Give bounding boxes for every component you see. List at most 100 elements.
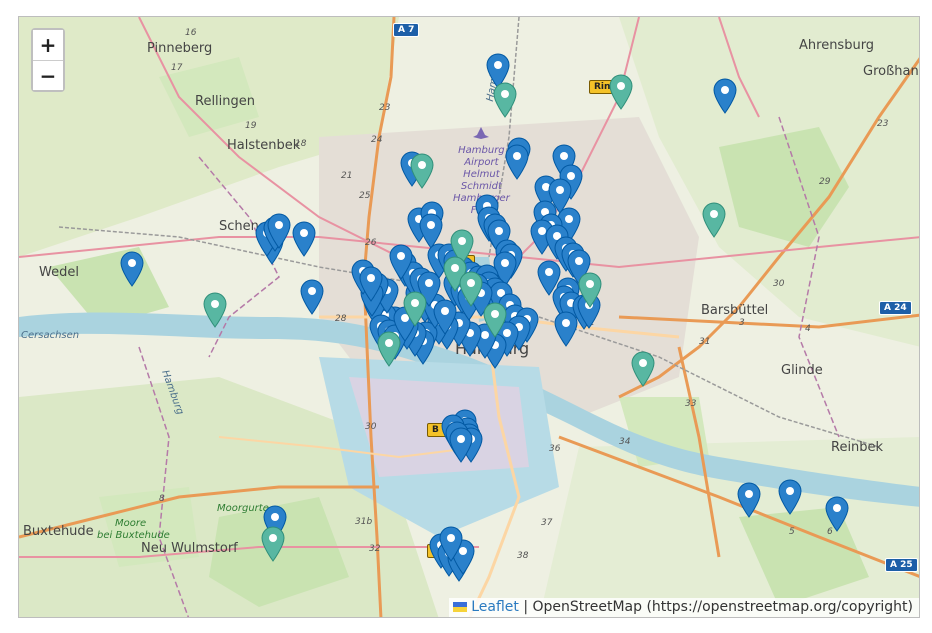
map-pin-icon <box>120 251 144 287</box>
map-marker-teal[interactable] <box>483 302 507 338</box>
map-marker-blue[interactable] <box>439 526 463 562</box>
place-label-barsbuettel: Barsbüttel <box>701 303 769 318</box>
map-marker-teal[interactable] <box>578 272 602 308</box>
map-pin-icon <box>439 526 463 562</box>
airport-label-line: Hamburg <box>458 145 505 156</box>
map-marker-blue[interactable] <box>713 78 737 114</box>
road-number: 26 <box>365 238 377 248</box>
road-number: 31b <box>355 517 373 527</box>
road-number: 18 <box>295 139 307 149</box>
map-pin-icon <box>203 292 227 328</box>
road-number: 36 <box>549 444 561 454</box>
place-label-wedel: Wedel <box>39 265 79 280</box>
place-label-moore: Moore <box>115 518 147 529</box>
map-marker-blue[interactable] <box>554 311 578 347</box>
map-marker-blue[interactable] <box>120 251 144 287</box>
map-pin-icon <box>300 279 324 315</box>
map-pin-icon <box>389 244 413 280</box>
map-marker-teal[interactable] <box>631 351 655 387</box>
road-number: 25 <box>359 191 371 201</box>
map-marker-teal[interactable] <box>377 331 401 367</box>
airport-label-line: Airport <box>464 157 499 168</box>
road-number: 28 <box>335 314 347 324</box>
place-label-ahrensburg: Ahrensburg <box>799 38 875 53</box>
place-label-rellingen: Rellingen <box>195 94 256 109</box>
map-pin-icon <box>505 144 529 180</box>
road-number: 29 <box>819 177 831 187</box>
zoom-in-button[interactable]: + <box>33 30 63 60</box>
road-number: 33 <box>685 399 697 409</box>
map-marker-blue[interactable] <box>825 496 849 532</box>
map-pin-icon <box>713 78 737 114</box>
map-pin-icon <box>737 482 761 518</box>
map-marker-blue[interactable] <box>389 244 413 280</box>
map-pin-icon <box>631 351 655 387</box>
map-container[interactable]: Pinneberg Rellingen Halstenbek Schene We… <box>18 16 920 618</box>
map-pin-icon <box>403 291 427 327</box>
place-label-moorgurten: Moorgurte <box>217 503 269 514</box>
map-marker-teal[interactable] <box>459 271 483 307</box>
road-number: 37 <box>541 518 553 528</box>
map-pin-icon <box>825 496 849 532</box>
place-label-glinde: Glinde <box>781 363 823 378</box>
road-number: 3 <box>739 318 745 328</box>
map-pin-icon <box>493 82 517 118</box>
zoom-control: + − <box>31 28 65 92</box>
map-marker-teal[interactable] <box>203 292 227 328</box>
ukraine-flag-icon <box>453 602 468 612</box>
place-label-elbe: Cersachsen <box>21 330 80 341</box>
road-number: 5 <box>789 527 795 537</box>
map-marker-teal[interactable] <box>403 291 427 327</box>
road-number: 34 <box>619 437 631 447</box>
map-marker-teal[interactable] <box>702 202 726 238</box>
map-marker-teal[interactable] <box>609 74 633 110</box>
leaflet-link[interactable]: Leaflet <box>471 599 519 615</box>
place-label-reinbek: Reinbek <box>831 440 884 455</box>
road-number: 8 <box>159 494 165 504</box>
road-number: 19 <box>245 121 257 131</box>
road-number: 30 <box>365 422 377 432</box>
zoom-out-button[interactable]: − <box>33 60 63 90</box>
road-number: 31 <box>699 337 711 347</box>
map-pin-icon <box>261 526 285 562</box>
map-pin-icon <box>483 302 507 338</box>
map-marker-blue[interactable] <box>778 479 802 515</box>
road-shield-a25: A 25 <box>885 558 918 572</box>
map-marker-teal[interactable] <box>493 82 517 118</box>
road-number: 23 <box>877 119 889 129</box>
place-label-buxtehude: Buxtehude <box>23 524 94 539</box>
map-marker-blue[interactable] <box>505 144 529 180</box>
place-label-grosshansdorf: Großhansd <box>863 64 919 79</box>
road-number: 17 <box>171 63 183 73</box>
map-pin-icon <box>359 266 383 302</box>
map-marker-blue[interactable] <box>267 213 291 249</box>
road-number: 24 <box>371 135 383 145</box>
map-pin-icon <box>459 271 483 307</box>
map-marker-blue[interactable] <box>737 482 761 518</box>
place-label-neu-wulmstorf: Neu Wulmstorf <box>141 541 238 556</box>
map-marker-blue[interactable] <box>292 221 316 257</box>
map-pin-icon <box>554 311 578 347</box>
osm-copyright: OpenStreetMap (https://openstreetmap.org… <box>532 599 913 615</box>
map-pin-icon <box>410 153 434 189</box>
map-pin-icon <box>578 272 602 308</box>
road-number: 32 <box>369 544 381 554</box>
road-shield-a7: A 7 <box>393 23 420 37</box>
place-label-halstenbek: Halstenbek <box>227 138 301 153</box>
map-marker-teal[interactable] <box>261 526 285 562</box>
road-number: 16 <box>185 28 197 38</box>
map-marker-blue[interactable] <box>300 279 324 315</box>
road-number: 30 <box>773 279 785 289</box>
road-number: 4 <box>805 324 811 334</box>
map-pin-icon <box>267 213 291 249</box>
place-label-bei-buxtehude: bei Buxtehude <box>97 530 170 541</box>
road-shield-a24: A 24 <box>879 301 912 315</box>
attribution: Leaflet | OpenStreetMap (https://openstr… <box>449 598 919 617</box>
map-pin-icon <box>702 202 726 238</box>
map-marker-blue[interactable] <box>449 427 473 463</box>
map-marker-teal[interactable] <box>410 153 434 189</box>
place-label-pinneberg: Pinneberg <box>147 41 213 56</box>
map-marker-blue[interactable] <box>359 266 383 302</box>
road-number: 38 <box>517 551 529 561</box>
airport-label-line: Helmut <box>463 169 500 180</box>
